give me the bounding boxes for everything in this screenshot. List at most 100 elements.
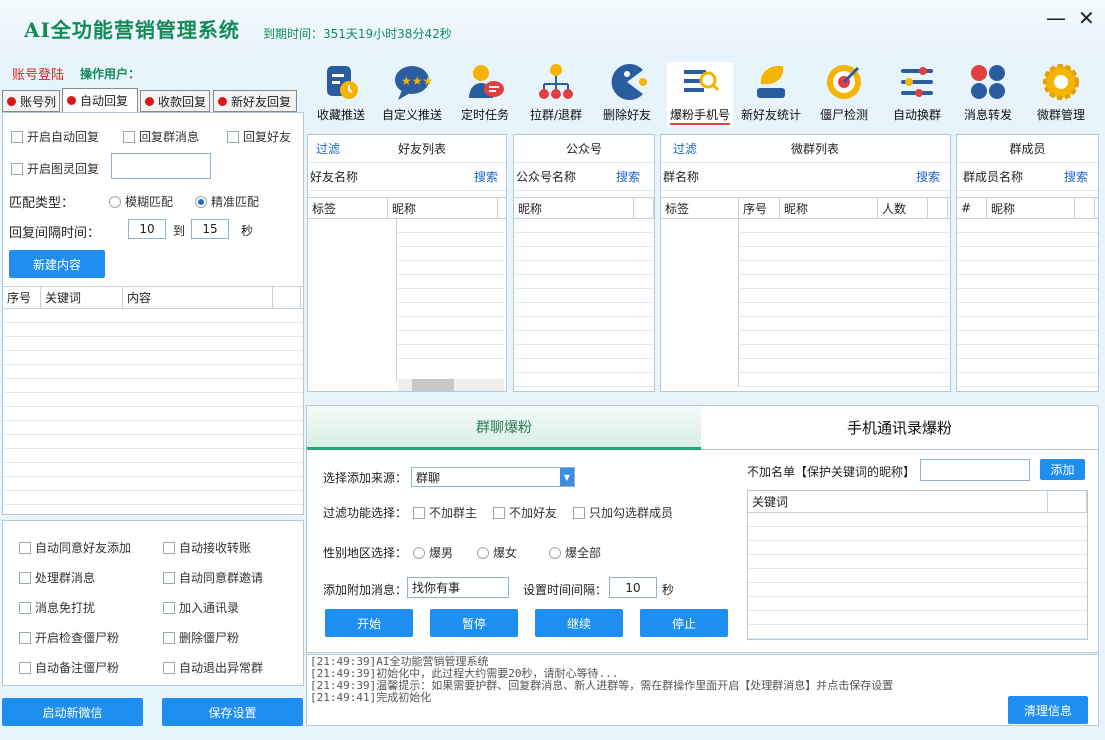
- account-login-link[interactable]: 账号登陆: [12, 64, 64, 83]
- toolbar-favorite-push[interactable]: 收藏推送: [308, 62, 374, 126]
- members-search-link[interactable]: 搜索: [1064, 168, 1088, 185]
- no-friend-checkbox[interactable]: 不加好友: [493, 504, 557, 521]
- toolbar-group-manage[interactable]: 微群管理: [1028, 62, 1094, 126]
- scheduled-task-icon: [465, 62, 505, 102]
- groups-filter-link[interactable]: 过滤: [673, 140, 697, 157]
- toolbar-message-forward[interactable]: 消息转发: [955, 62, 1021, 126]
- save-settings-button[interactable]: 保存设置: [162, 698, 303, 726]
- tab-auto-reply[interactable]: 自动回复: [62, 88, 138, 112]
- keyword-table-body[interactable]: [748, 513, 1087, 639]
- red-dot-icon: [7, 96, 16, 106]
- options-panel: 自动同意好友添加 自动接收转账 处理群消息 自动同意群邀请 消息免打扰 加入通讯…: [2, 520, 304, 686]
- tab-phone-fans[interactable]: 手机通讯录爆粉: [701, 406, 1098, 450]
- friends-filter-link[interactable]: 过滤: [316, 140, 340, 157]
- toolbar-new-friend-stats[interactable]: 新好友统计: [738, 62, 804, 126]
- chevron-down-icon: ▼: [560, 468, 574, 486]
- members-list[interactable]: [957, 219, 1098, 387]
- gender-label: 性别地区选择：: [323, 546, 408, 560]
- tab-account-list[interactable]: 账号列: [2, 90, 60, 112]
- enable-auto-reply-checkbox[interactable]: 开启自动回复: [11, 128, 99, 145]
- check-zombie-checkbox[interactable]: 开启检查僵尸粉: [19, 629, 119, 646]
- toolbar-phone-fans[interactable]: 爆粉手机号: [667, 62, 733, 126]
- friends-scrollbar[interactable]: [398, 379, 504, 391]
- groups-panel: 过滤 微群列表 群名称 搜索 标签 序号 昵称 人数: [660, 134, 951, 392]
- toolbar-delete-friend[interactable]: 删除好友: [594, 62, 660, 126]
- operator-label: 操作用户：: [80, 67, 141, 81]
- auto-receive-transfer-checkbox[interactable]: 自动接收转账: [163, 539, 251, 556]
- only-checked-checkbox[interactable]: 只加勾选群成员: [573, 504, 673, 521]
- groups-tag-list[interactable]: [661, 219, 739, 387]
- new-content-button[interactable]: 新建内容: [9, 250, 105, 278]
- reply-table-body[interactable]: [3, 309, 303, 514]
- official-list[interactable]: [514, 219, 654, 387]
- toolbar-auto-switch-group[interactable]: 自动换群: [884, 62, 950, 126]
- message-label: 添加附加消息：: [323, 583, 408, 597]
- message-input[interactable]: 找你有事: [407, 577, 509, 598]
- enable-tuling-checkbox[interactable]: 开启图灵回复: [11, 160, 99, 177]
- interval-from-input[interactable]: 10: [128, 219, 166, 239]
- clear-log-button[interactable]: 清理信息: [1008, 696, 1088, 724]
- groups-list[interactable]: [739, 219, 950, 387]
- col-keyword: 关键词: [748, 491, 1048, 512]
- seconds-label: 秒: [241, 224, 254, 238]
- tab-group-fans[interactable]: 群聊爆粉: [307, 406, 701, 450]
- reply-table-header: 序号 关键词 内容: [3, 287, 303, 309]
- members-panel: 群成员 群成员名称 搜索 # 昵称: [956, 134, 1099, 392]
- tuling-key-input[interactable]: [111, 153, 211, 179]
- interval-label: 回复间隔时间：: [9, 226, 101, 241]
- col-index: 序号: [3, 287, 41, 308]
- group-join-icon: [536, 62, 576, 102]
- pause-button[interactable]: 暂停: [430, 609, 518, 637]
- source-select[interactable]: 群聊 ▼: [411, 467, 575, 487]
- auto-accept-group-invite-checkbox[interactable]: 自动同意群邀请: [163, 569, 263, 586]
- svg-text:★★★: ★★★: [401, 74, 432, 88]
- reply-table: 序号 关键词 内容: [3, 286, 303, 514]
- friends-search-link[interactable]: 搜索: [474, 168, 498, 185]
- male-radio[interactable]: 爆男: [413, 544, 453, 561]
- auto-exit-abnormal-group-checkbox[interactable]: 自动退出异常群: [163, 659, 263, 676]
- handle-group-msg-checkbox[interactable]: 处理群消息: [19, 569, 95, 586]
- exact-match-radio[interactable]: 精准匹配: [195, 193, 259, 210]
- resume-button[interactable]: 继续: [535, 609, 623, 637]
- toolbar-group-join[interactable]: 拉群/退群: [523, 62, 589, 126]
- close-button[interactable]: ✕: [1078, 8, 1095, 28]
- friends-panel: 过滤 好友列表 好友名称 搜索 标签 昵称: [307, 134, 507, 392]
- delete-zombie-checkbox[interactable]: 删除僵尸粉: [163, 629, 239, 646]
- friends-tag-list[interactable]: [308, 219, 397, 381]
- official-search-link[interactable]: 搜索: [616, 168, 640, 185]
- delete-friend-icon: [607, 62, 647, 102]
- toolbar-scheduled-task[interactable]: 定时任务: [452, 62, 518, 126]
- add-exclude-button[interactable]: 添加: [1040, 459, 1085, 480]
- start-button[interactable]: 开始: [325, 609, 413, 637]
- fuzzy-match-radio[interactable]: 模糊匹配: [109, 193, 173, 210]
- no-owner-checkbox[interactable]: 不加群主: [413, 504, 477, 521]
- start-new-wechat-button[interactable]: 启动新微信: [2, 698, 143, 726]
- tab-new-friend-reply[interactable]: 新好友回复: [213, 90, 297, 112]
- fans-area: 群聊爆粉 手机通讯录爆粉 选择添加来源： 群聊 ▼ 过滤功能选择： 不加群主 不加…: [306, 405, 1099, 653]
- tab-payment-reply[interactable]: 收款回复: [140, 90, 210, 112]
- exclude-label: 不加名单【保护关键词的昵称】: [747, 465, 916, 479]
- source-label: 选择添加来源：: [323, 471, 408, 485]
- reply-group-checkbox[interactable]: 回复群消息: [123, 128, 199, 145]
- stop-button[interactable]: 停止: [640, 609, 728, 637]
- reply-friend-checkbox[interactable]: 回复好友: [227, 128, 291, 145]
- fans-interval-input[interactable]: 10: [609, 577, 657, 598]
- do-not-disturb-checkbox[interactable]: 消息免打扰: [19, 599, 95, 616]
- app-title: AI全功能营销管理系统: [24, 18, 240, 42]
- remark-zombie-checkbox[interactable]: 自动备注僵尸粉: [19, 659, 119, 676]
- red-dot-icon: [67, 96, 76, 105]
- phone-fans-icon: [680, 62, 720, 102]
- exclude-input[interactable]: [920, 459, 1030, 481]
- friends-list[interactable]: [397, 219, 505, 371]
- add-to-contacts-checkbox[interactable]: 加入通讯录: [163, 599, 239, 616]
- female-radio[interactable]: 爆女: [477, 544, 517, 561]
- friends-name-label: 好友名称: [310, 170, 359, 184]
- all-radio[interactable]: 爆全部: [549, 544, 601, 561]
- toolbar-custom-push[interactable]: ★★★ 自定义推送: [379, 62, 445, 126]
- auto-accept-friend-checkbox[interactable]: 自动同意好友添加: [19, 539, 131, 556]
- groups-title: 微群列表: [791, 142, 840, 156]
- toolbar-zombie-detect[interactable]: 僵尸检测: [811, 62, 877, 126]
- minimize-button[interactable]: —: [1046, 8, 1066, 28]
- groups-search-link[interactable]: 搜索: [916, 168, 940, 185]
- interval-to-input[interactable]: 15: [191, 219, 229, 239]
